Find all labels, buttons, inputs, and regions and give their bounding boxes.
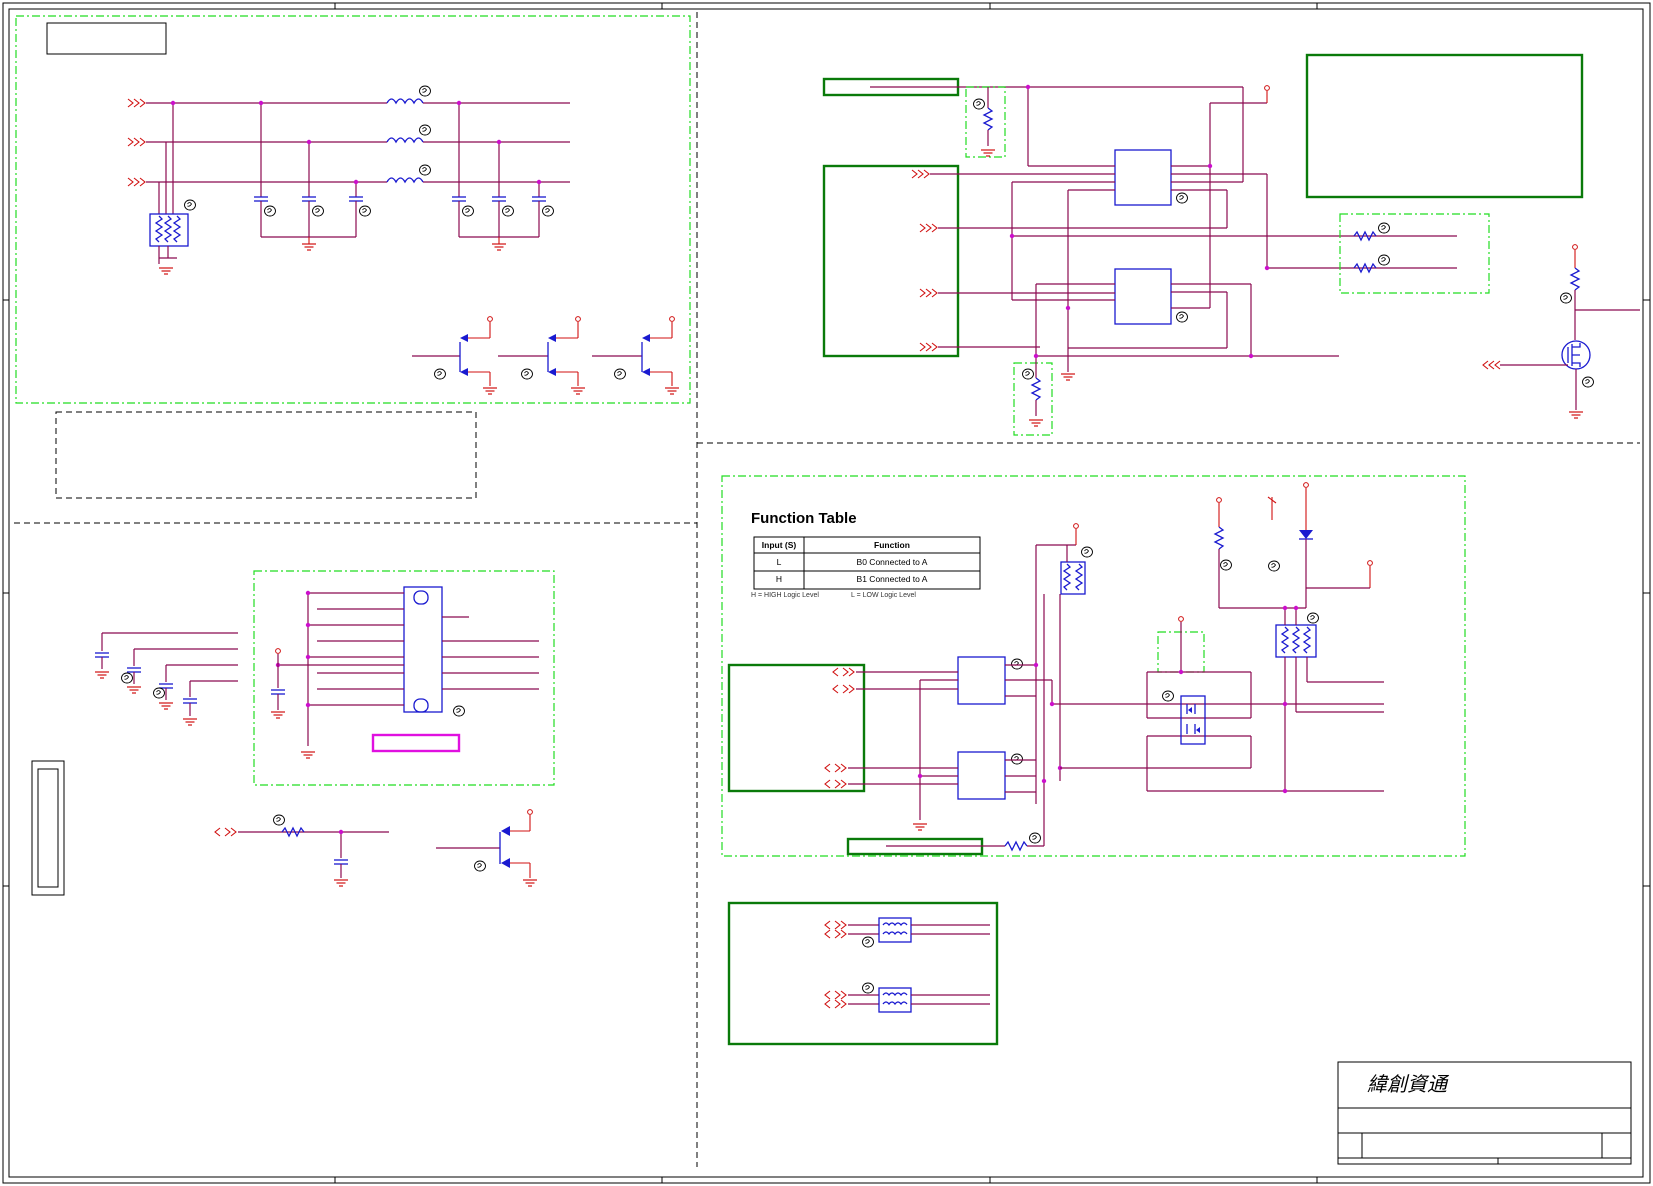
connector-outline: [31, 760, 65, 896]
table-header-function: Function: [874, 540, 910, 550]
esd-diode-d1: [412, 316, 498, 395]
esd-diode-d4: [436, 809, 538, 887]
table-cell: B1 Connected to A: [857, 574, 928, 584]
schematic-sheet: Function Table Input (S) Function L B0 C…: [2, 2, 1651, 1184]
table-cell: B0 Connected to A: [857, 557, 928, 567]
table-cell: H: [776, 574, 782, 584]
mux-section: Function Table Input (S) Function L B0 C…: [721, 475, 1466, 857]
sheet-frame: [2, 2, 1651, 1184]
title-block: 緯創資通: [1337, 1061, 1632, 1165]
resistor-r-top: [1353, 222, 1390, 242]
inductor-l1: [386, 85, 431, 105]
decoupling-caps: [94, 632, 238, 726]
table-header-input: Input (S): [762, 540, 797, 550]
esd-diode-d3: [592, 316, 680, 395]
common-mode-filters: [727, 901, 999, 1046]
footnote-high: H = HIGH Logic Level: [751, 592, 819, 599]
notes-green-box: [1305, 53, 1584, 199]
resistor-r-bottom: [1353, 254, 1390, 274]
table-cell: L: [777, 557, 782, 567]
footnote-low: L = LOW Logic Level: [851, 592, 916, 599]
resistor-array-rn2: [1060, 546, 1093, 595]
mosfet-q1: [1482, 244, 1640, 419]
resistor-array-rn3: [1275, 612, 1319, 658]
connector-j1: [403, 586, 465, 717]
emi-filter-section: [15, 15, 691, 404]
function-table: Input (S) Function L B0 Connected to A H…: [751, 536, 981, 599]
rc-filter: [214, 814, 389, 887]
switch-section: [822, 53, 1640, 436]
esd-diode-d2: [498, 316, 586, 395]
connector-section: [253, 570, 555, 786]
switch-ic-u1: [1114, 149, 1188, 206]
switch-ic-u2: [1114, 268, 1188, 325]
notes-box: [55, 411, 477, 499]
inductor-l3: [386, 164, 431, 184]
inductor-l2: [386, 124, 431, 144]
function-table-title: Function Table: [751, 510, 857, 527]
company-logo: 緯創資通: [1367, 1072, 1450, 1096]
